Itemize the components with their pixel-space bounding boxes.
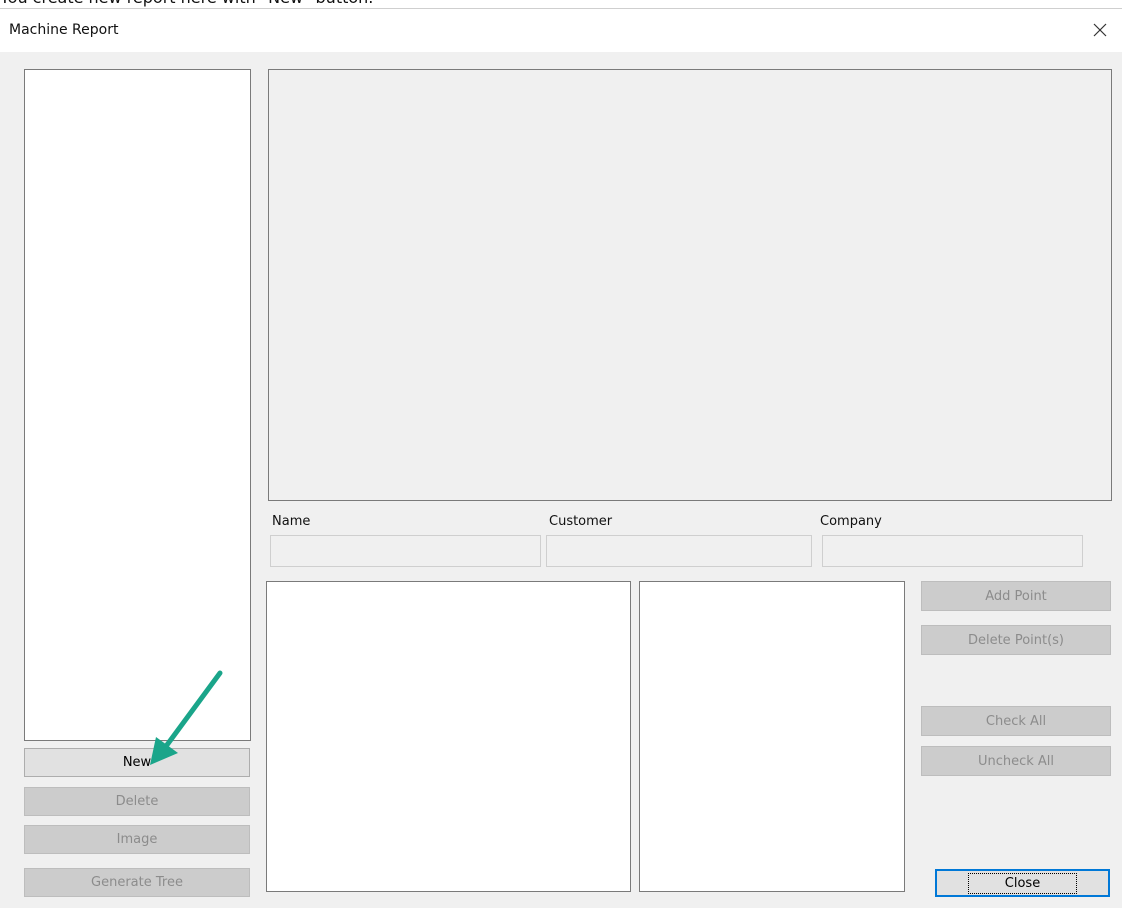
report-list[interactable]: [24, 69, 251, 741]
window-title: Machine Report: [9, 22, 119, 38]
check-all-button[interactable]: Check All: [921, 706, 1111, 736]
name-label: Name: [272, 514, 311, 529]
points-list[interactable]: [266, 581, 631, 892]
delete-button[interactable]: Delete: [24, 787, 250, 816]
add-point-button[interactable]: Add Point: [921, 581, 1111, 611]
close-button-label: Close: [967, 872, 1078, 894]
preview-panel: [268, 69, 1112, 501]
image-button[interactable]: Image: [24, 825, 250, 854]
uncheck-all-button[interactable]: Uncheck All: [921, 746, 1111, 776]
close-button[interactable]: Close: [935, 869, 1110, 897]
close-icon[interactable]: [1088, 18, 1112, 42]
machine-report-dialog: Machine Report Name Customer Company New…: [0, 8, 1122, 908]
delete-points-button[interactable]: Delete Point(s): [921, 625, 1111, 655]
customer-field[interactable]: [546, 535, 812, 567]
details-list[interactable]: [639, 581, 905, 892]
company-field[interactable]: [822, 535, 1083, 567]
generate-tree-button[interactable]: Generate Tree: [24, 868, 250, 897]
name-field[interactable]: [270, 535, 541, 567]
new-button[interactable]: New: [24, 748, 250, 777]
title-bar: Machine Report: [0, 9, 1122, 52]
company-label: Company: [820, 514, 882, 529]
customer-label: Customer: [549, 514, 613, 529]
tutorial-caption: You create new report here with "New" bu…: [0, 0, 373, 8]
